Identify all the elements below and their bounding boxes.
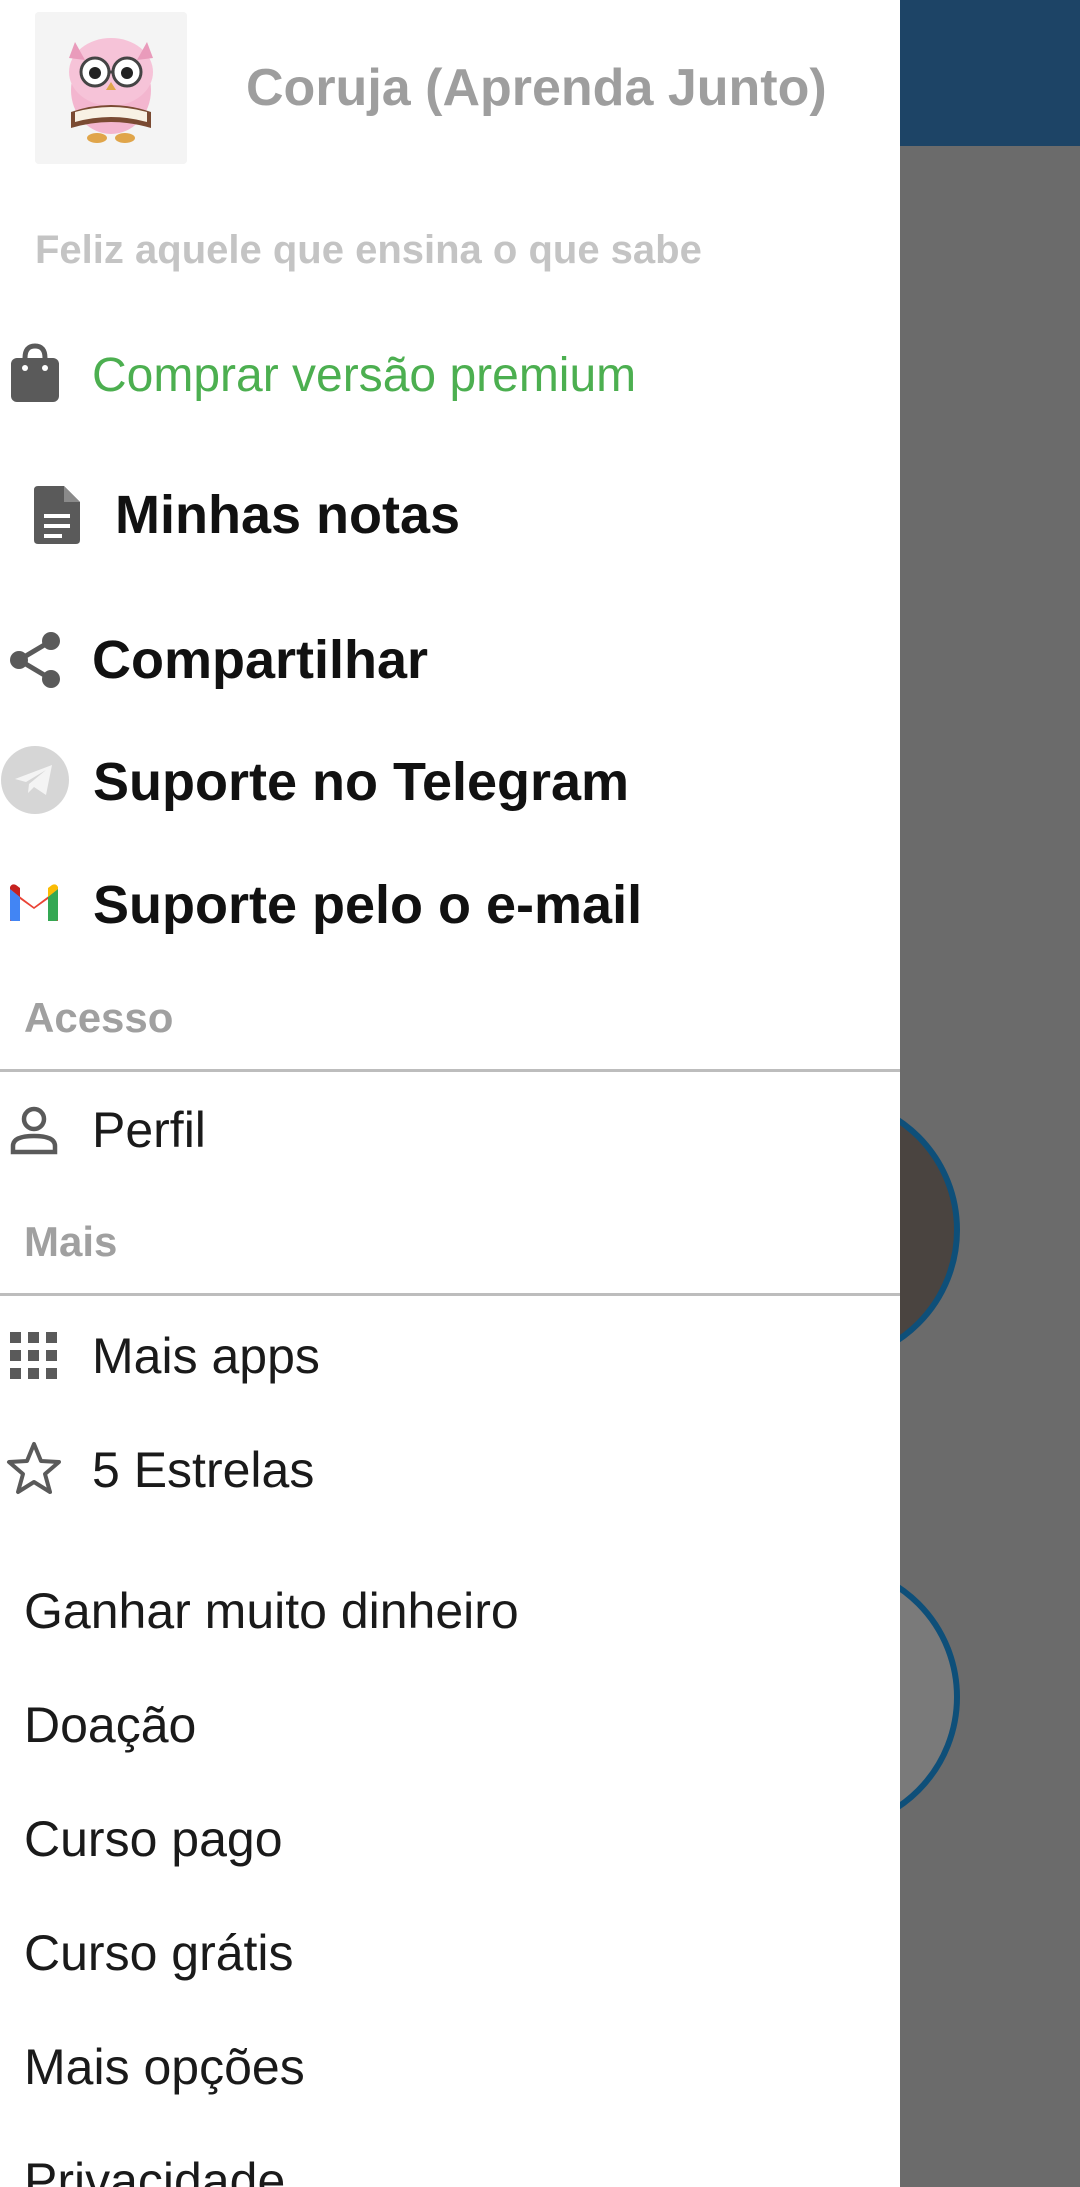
shopping-bag-icon	[4, 340, 66, 406]
share-item[interactable]: Compartilhar	[0, 615, 900, 705]
section-title-mais: Mais	[24, 1218, 118, 1265]
privacy-item[interactable]: Privacidade	[24, 2152, 285, 2187]
document-icon	[28, 482, 86, 548]
earn-money-item[interactable]: Ganhar muito dinheiro	[24, 1582, 519, 1640]
person-icon	[4, 1100, 64, 1160]
email-support-item[interactable]: Suporte pelo o e-mail	[0, 860, 900, 950]
star-outline-icon	[4, 1438, 64, 1498]
profile-item[interactable]: Perfil	[0, 1090, 900, 1170]
share-icon	[4, 627, 66, 693]
share-label: Compartilhar	[92, 630, 429, 690]
buy-premium-item[interactable]: Comprar versão premium	[0, 330, 900, 420]
telegram-support-label: Suporte no Telegram	[93, 752, 630, 812]
navigation-drawer: Coruja (Aprenda Junto) Feliz aquele que …	[0, 0, 900, 2187]
apps-grid-icon	[4, 1326, 64, 1386]
owl-logo-icon	[35, 12, 187, 164]
free-course-item[interactable]: Curso grátis	[24, 1924, 294, 1982]
rate-five-stars-item[interactable]: 5 Estrelas	[0, 1430, 900, 1510]
section-title-acesso: Acesso	[24, 994, 174, 1041]
app-title: Coruja (Aprenda Junto)	[246, 59, 827, 117]
section-divider	[0, 1069, 900, 1072]
more-apps-label: Mais apps	[92, 1328, 320, 1384]
more-options-item[interactable]: Mais opções	[24, 2038, 305, 2096]
drawer-header: Coruja (Aprenda Junto)	[0, 0, 900, 164]
rate-five-stars-label: 5 Estrelas	[92, 1442, 315, 1498]
buy-premium-label: Comprar versão premium	[92, 348, 637, 402]
donation-item[interactable]: Doação	[24, 1696, 196, 1754]
profile-label: Perfil	[92, 1102, 206, 1158]
more-apps-item[interactable]: Mais apps	[0, 1316, 900, 1396]
paid-course-item[interactable]: Curso pago	[24, 1810, 283, 1868]
my-notes-label: Minhas notas	[115, 485, 461, 545]
telegram-support-item[interactable]: Suporte no Telegram	[0, 737, 900, 827]
telegram-icon	[0, 745, 70, 815]
gmail-icon	[6, 880, 62, 926]
section-divider	[0, 1293, 900, 1296]
email-support-label: Suporte pelo o e-mail	[93, 875, 643, 935]
app-tagline: Feliz aquele que ensina o que sabe	[35, 228, 702, 272]
my-notes-item[interactable]: Minhas notas	[0, 470, 900, 560]
